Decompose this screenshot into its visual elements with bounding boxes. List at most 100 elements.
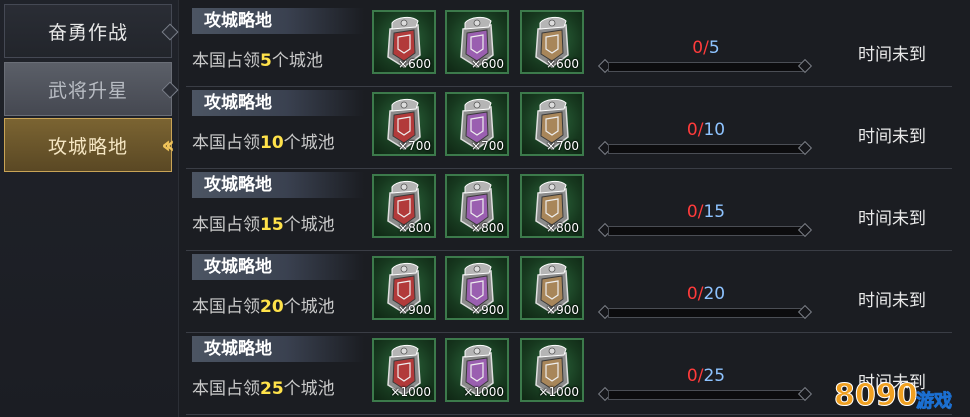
diamond-icon — [161, 23, 179, 41]
desc-number: 10 — [260, 133, 284, 153]
desc-suffix: 个城池 — [283, 215, 335, 235]
reward-item[interactable]: ×900 — [445, 256, 509, 320]
progress-track — [608, 390, 804, 400]
reward-item[interactable]: ×1000 — [372, 338, 436, 402]
task-list: 攻城略地 本国占领5个城池 ×600 ×600 ×600 0/5 时间未到 攻城略地 本国占领1… — [186, 6, 956, 417]
progress-text: 0/10 — [666, 120, 746, 140]
progress-track — [608, 308, 804, 318]
task-description: 本国占领20个城池 — [192, 292, 335, 317]
task-row: 攻城略地 本国占领10个城池 ×700 ×700 ×700 0/10 时间未到 — [186, 88, 952, 169]
reward-count: ×800 — [471, 221, 504, 235]
watermark-logo: 8090 游戏 — [834, 373, 964, 414]
svg-text:游戏: 游戏 — [916, 390, 952, 412]
diamond-icon — [161, 81, 179, 99]
reward-item[interactable]: ×600 — [445, 10, 509, 74]
reward-count: ×700 — [471, 139, 504, 153]
progress-current: 0 — [692, 38, 704, 58]
status-text: 时间未到 — [858, 127, 926, 147]
reward-item[interactable]: ×600 — [520, 10, 584, 74]
progress-bar — [597, 222, 813, 238]
reward-item[interactable]: ×900 — [372, 256, 436, 320]
reward-count: ×900 — [546, 303, 579, 317]
reward-count: ×700 — [398, 139, 431, 153]
progress-total: 10 — [703, 120, 726, 140]
reward-count: ×1000 — [538, 385, 579, 399]
tab-label: 攻城略地 — [47, 135, 128, 158]
tab-gongcheng-luedi[interactable]: 攻城略地 ‹‹ — [4, 118, 175, 172]
tab-fenyong-zuozhan[interactable]: 奋勇作战 — [4, 4, 179, 58]
desc-suffix: 个城池 — [283, 379, 335, 399]
reward-count: ×600 — [546, 57, 579, 71]
reward-count: ×600 — [471, 57, 504, 71]
reward-item[interactable]: ×1000 — [520, 338, 584, 402]
task-title: 攻城略地 — [192, 336, 364, 362]
desc-suffix: 个城池 — [283, 297, 335, 317]
task-row: 攻城略地 本国占领5个城池 ×600 ×600 ×600 0/5 时间未到 — [186, 6, 952, 87]
desc-prefix: 本国占领 — [192, 297, 260, 317]
reward-item[interactable]: ×800 — [372, 174, 436, 238]
reward-item[interactable]: ×600 — [372, 10, 436, 74]
desc-number: 5 — [260, 51, 272, 71]
reward-item[interactable]: ×900 — [520, 256, 584, 320]
progress-current: 0 — [686, 284, 698, 304]
task-description: 本国占领15个城池 — [192, 210, 335, 235]
desc-suffix: 个城池 — [271, 51, 323, 71]
reward-item[interactable]: ×700 — [372, 92, 436, 156]
double-chevron-left-icon: ‹‹ — [161, 131, 175, 159]
task-description: 本国占领10个城池 — [192, 128, 335, 153]
reward-count: ×700 — [546, 139, 579, 153]
progress-bar — [597, 58, 813, 74]
desc-prefix: 本国占领 — [192, 133, 260, 153]
progress-bar — [597, 386, 813, 402]
tab-wujiang-shengxing[interactable]: 武将升星 — [4, 62, 179, 116]
sidebar: 奋勇作战 武将升星 攻城略地 ‹‹ — [0, 0, 179, 417]
desc-suffix: 个城池 — [283, 133, 335, 153]
progress-current: 0 — [686, 366, 698, 386]
progress-current: 0 — [686, 202, 698, 222]
progress-text: 0/5 — [666, 38, 746, 58]
task-description: 本国占领5个城池 — [192, 46, 323, 71]
desc-number: 20 — [260, 297, 284, 317]
progress-text: 0/25 — [666, 366, 746, 386]
desc-prefix: 本国占领 — [192, 51, 260, 71]
reward-count: ×600 — [398, 57, 431, 71]
task-description: 本国占领25个城池 — [192, 374, 335, 399]
progress-total: 25 — [703, 366, 726, 386]
reward-item[interactable]: ×700 — [520, 92, 584, 156]
reward-item[interactable]: ×700 — [445, 92, 509, 156]
tab-label: 奋勇作战 — [47, 21, 128, 44]
reward-item[interactable]: ×800 — [520, 174, 584, 238]
progress-track — [608, 226, 804, 236]
progress-bar — [597, 304, 813, 320]
desc-number: 15 — [260, 215, 284, 235]
desc-number: 25 — [260, 379, 284, 399]
task-title: 攻城略地 — [192, 8, 364, 34]
task-title: 攻城略地 — [192, 90, 364, 116]
task-title: 攻城略地 — [192, 172, 364, 198]
progress-text: 0/15 — [666, 202, 746, 222]
reward-count: ×900 — [471, 303, 504, 317]
progress-text: 0/20 — [666, 284, 746, 304]
progress-total: 5 — [708, 38, 720, 58]
reward-count: ×900 — [398, 303, 431, 317]
progress-track — [608, 144, 804, 154]
progress-current: 0 — [686, 120, 698, 140]
reward-item[interactable]: ×1000 — [445, 338, 509, 402]
desc-prefix: 本国占领 — [192, 379, 260, 399]
reward-item[interactable]: ×800 — [445, 174, 509, 238]
progress-total: 20 — [703, 284, 726, 304]
tab-label: 武将升星 — [47, 79, 128, 102]
desc-prefix: 本国占领 — [192, 215, 260, 235]
progress-bar — [597, 140, 813, 156]
reward-count: ×1000 — [463, 385, 504, 399]
task-row: 攻城略地 本国占领15个城池 ×800 ×800 ×800 0/15 时间未到 — [186, 170, 952, 251]
progress-total: 15 — [703, 202, 726, 222]
reward-count: ×800 — [546, 221, 579, 235]
reward-count: ×800 — [398, 221, 431, 235]
task-row: 攻城略地 本国占领20个城池 ×900 ×900 ×900 0/20 时间未到 — [186, 252, 952, 333]
status-text: 时间未到 — [858, 45, 926, 65]
svg-text:8090: 8090 — [834, 378, 918, 413]
status-text: 时间未到 — [858, 291, 926, 311]
task-title: 攻城略地 — [192, 254, 364, 280]
status-text: 时间未到 — [858, 209, 926, 229]
